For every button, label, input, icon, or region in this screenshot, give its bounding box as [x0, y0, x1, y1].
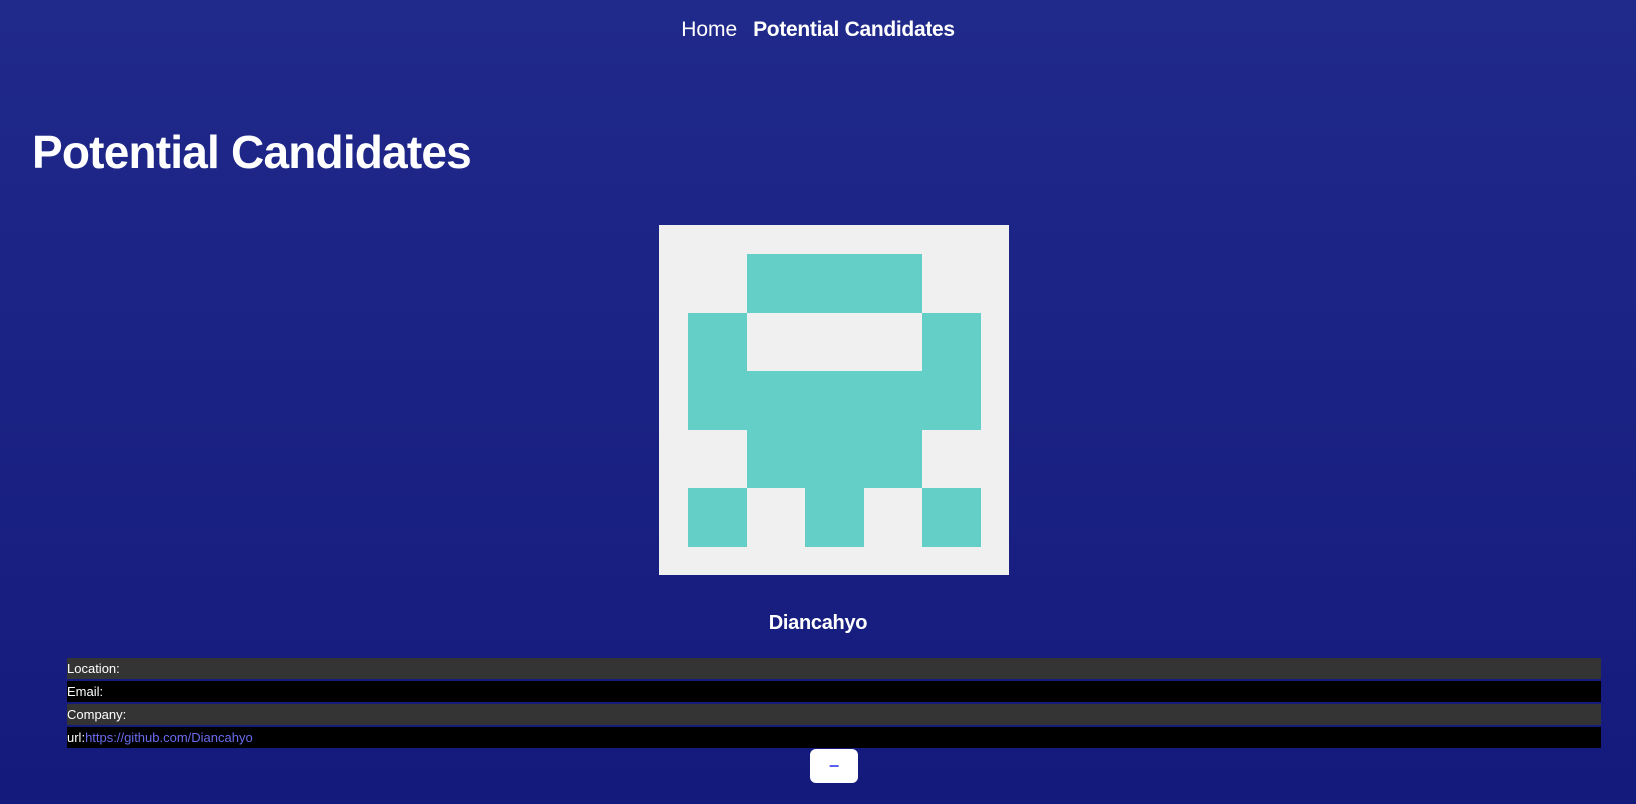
avatar-pixel	[922, 488, 981, 547]
reject-candidate-button[interactable]: −	[810, 749, 858, 783]
email-row: Email:	[67, 681, 1601, 702]
candidate-details: Location: Email: Company: url:https://gi…	[67, 658, 1601, 750]
location-row: Location:	[67, 658, 1601, 679]
top-nav: Home Potential Candidates	[0, 18, 1636, 42]
avatar-pixel	[805, 488, 864, 547]
avatar-pixel	[688, 313, 747, 430]
location-label: Location:	[67, 661, 120, 676]
candidate-name: Diancahyo	[768, 612, 868, 634]
url-label: url:	[67, 730, 86, 745]
url-row: url:https://github.com/Diancahyo	[67, 727, 1601, 748]
avatar-pixel	[747, 430, 922, 488]
profile-url-link[interactable]: https://github.com/Diancahyo	[85, 730, 253, 745]
candidate-avatar	[659, 225, 1009, 575]
avatar-pixel	[747, 371, 922, 430]
nav-home-link[interactable]: Home	[681, 18, 737, 41]
page-title: Potential Candidates	[32, 126, 472, 178]
nav-potential-candidates-link[interactable]: Potential Candidates	[753, 18, 955, 41]
company-label: Company:	[67, 707, 127, 722]
company-row: Company:	[67, 704, 1601, 725]
avatar-pixel	[688, 488, 747, 547]
email-label: Email:	[67, 684, 104, 699]
avatar-pixel	[922, 313, 981, 430]
avatar-pixel	[747, 254, 922, 313]
